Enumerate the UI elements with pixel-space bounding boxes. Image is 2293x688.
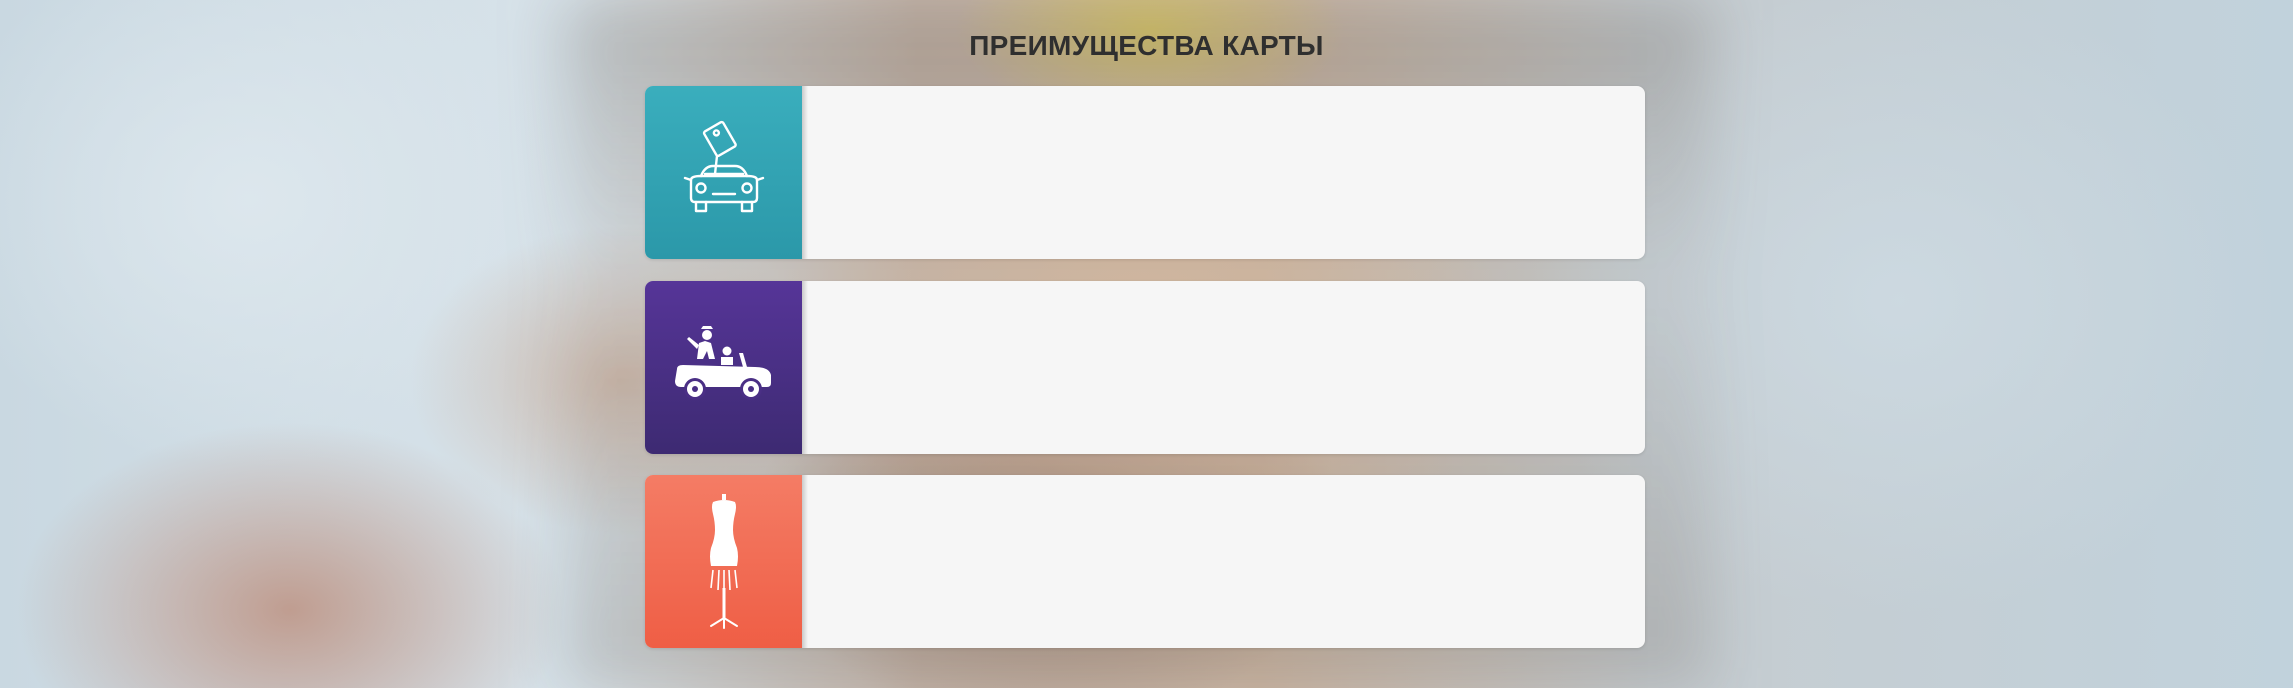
car-price-tag-icon <box>645 86 808 259</box>
benefit-card-3 <box>645 475 1645 648</box>
dress-mannequin-icon <box>645 475 808 648</box>
benefit-card-1 <box>645 86 1645 259</box>
benefit-card-2 <box>645 281 1645 454</box>
benefit-card-body <box>802 281 1645 454</box>
benefit-card-body <box>802 86 1645 259</box>
benefit-card-body <box>802 475 1645 648</box>
section-title: ПРЕИМУЩЕСТВА КАРТЫ <box>969 30 1324 61</box>
convertible-car-icon <box>645 281 808 454</box>
